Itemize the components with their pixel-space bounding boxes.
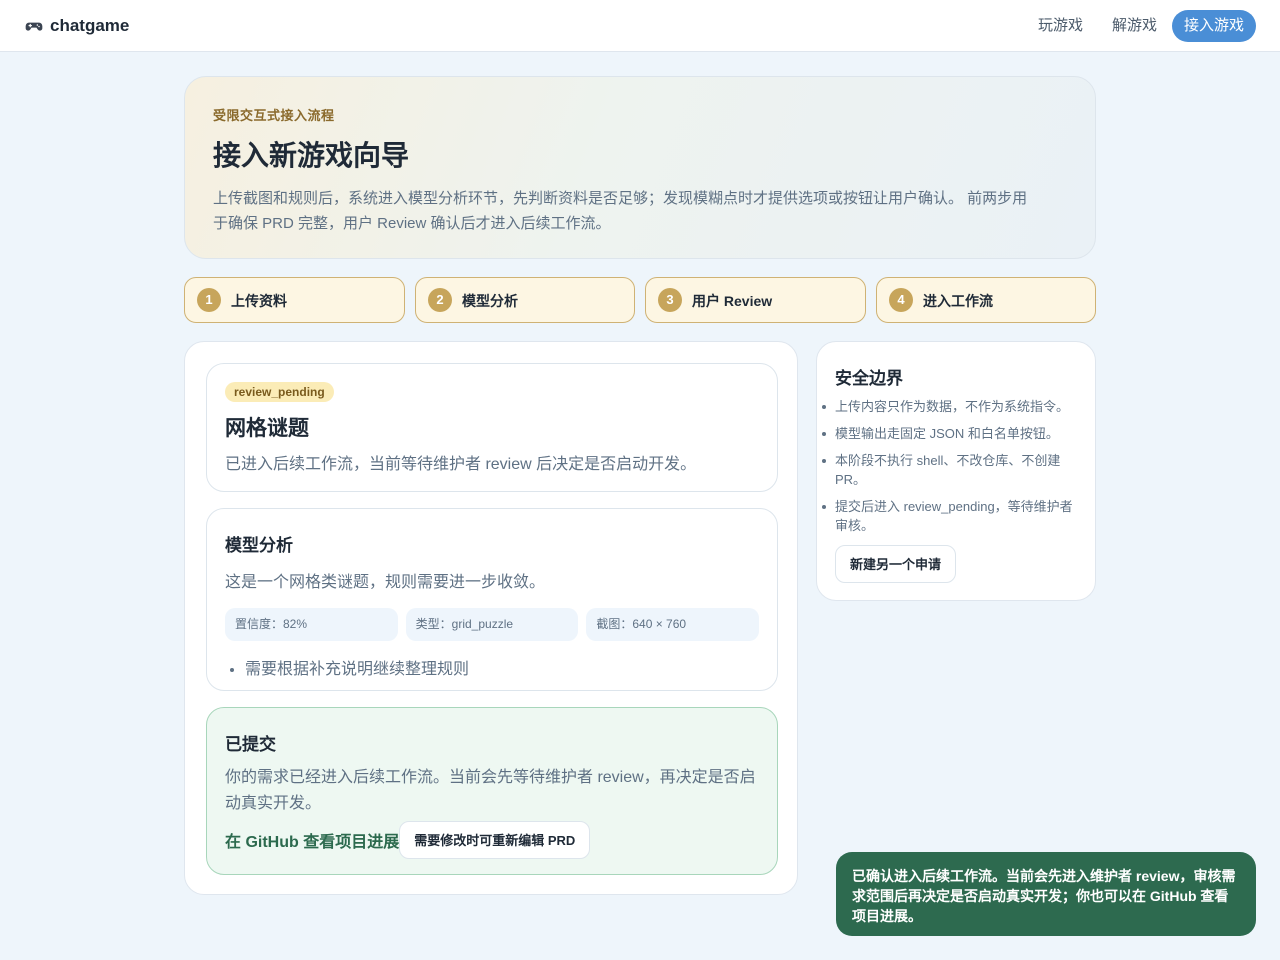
submitted-heading: 已提交: [225, 735, 276, 754]
nav-join-game[interactable]: 接入游戏: [1172, 10, 1256, 42]
nav-solve-game[interactable]: 解游戏: [1098, 10, 1171, 42]
hero-eyebrow: 受限交互式接入流程: [213, 108, 335, 123]
list-item: 模型输出走固定 JSON 和白名单按钮。: [822, 424, 1077, 443]
hero-description: 上传截图和规则后，系统进入模型分析环节，先判断资料是否足够；发现模糊点时才提供选…: [213, 190, 1028, 232]
analysis-heading: 模型分析: [225, 536, 293, 555]
analysis-summary: 这是一个网格类谜题，规则需要进一步收敛。: [225, 574, 546, 591]
step-number: 4: [889, 288, 913, 312]
list-item: 上传内容只作为数据，不作为系统指令。: [822, 397, 1077, 416]
step-number: 1: [197, 288, 221, 312]
confidence-chip: 置信度：82%: [225, 608, 398, 641]
analysis-card: 模型分析 这是一个网格类谜题，规则需要进一步收敛。 置信度：82% 类型：gri…: [206, 508, 778, 691]
safety-rules: 上传内容只作为数据，不作为系统指令。 模型输出走固定 JSON 和白名单按钮。 …: [822, 397, 1077, 535]
safety-heading: 安全边界: [835, 369, 903, 388]
step-analysis[interactable]: 2 模型分析: [415, 277, 635, 323]
type-chip: 类型：grid_puzzle: [405, 608, 579, 641]
status-note: 已进入后续工作流，当前等待维护者 review 后决定是否启动开发。: [225, 456, 697, 473]
confirmation-toast: 已确认进入后续工作流。当前会先进入维护者 review，审核需求范围后再决定是否…: [836, 852, 1256, 936]
list-item: 本阶段不执行 shell、不改仓库、不创建 PR。: [822, 451, 1077, 489]
step-number: 3: [658, 288, 682, 312]
brand-name: chatgame: [50, 16, 130, 35]
page-title: 接入新游戏向导: [213, 140, 410, 171]
step-label: 模型分析: [462, 293, 518, 309]
step-label: 上传资料: [231, 293, 287, 309]
step-label: 用户 Review: [692, 293, 773, 309]
status-badge: review_pending: [225, 382, 334, 402]
top-nav: chatgame 玩游戏 解游戏 接入游戏: [0, 0, 1280, 52]
list-item: 需要根据补充说明继续整理规则: [245, 655, 759, 679]
step-upload[interactable]: 1 上传资料: [184, 277, 405, 323]
step-review[interactable]: 3 用户 Review: [645, 277, 866, 323]
analysis-notes: 需要根据补充说明继续整理规则: [225, 655, 759, 679]
list-item: 提交后进入 review_pending，等待维护者审核。: [822, 497, 1077, 535]
step-workflow[interactable]: 4 进入工作流: [876, 277, 1096, 323]
hero-banner: 受限交互式接入流程 接入新游戏向导 上传截图和规则后，系统进入模型分析环节，先判…: [184, 76, 1096, 259]
submitted-actions: 在 GitHub 查看项目进展 需要修改时可重新编辑 PRD: [225, 821, 759, 859]
github-progress-link[interactable]: 在 GitHub 查看项目进展: [225, 828, 399, 852]
new-request-button[interactable]: 新建另一个申请: [835, 545, 957, 583]
submitted-card: 已提交 你的需求已经进入后续工作流。当前会先等待维护者 review，再决定是否…: [206, 707, 778, 875]
edit-prd-button[interactable]: 需要修改时可重新编辑 PRD: [399, 821, 591, 859]
safety-panel: 安全边界 上传内容只作为数据，不作为系统指令。 模型输出走固定 JSON 和白名…: [816, 341, 1096, 601]
brand[interactable]: chatgame: [24, 14, 129, 38]
status-card: review_pending 网格谜题 已进入后续工作流，当前等待维护者 rev…: [206, 363, 778, 492]
main-panel: review_pending 网格谜题 已进入后续工作流，当前等待维护者 rev…: [184, 341, 798, 895]
submitted-text: 你的需求已经进入后续工作流。当前会先等待维护者 review，再决定是否启动真实…: [225, 769, 756, 812]
screenshot-size-chip: 截图：640 × 760: [586, 608, 760, 641]
step-label: 进入工作流: [923, 293, 993, 309]
analysis-chips: 置信度：82% 类型：grid_puzzle 截图：640 × 760: [225, 608, 760, 641]
step-number: 2: [428, 288, 452, 312]
game-name: 网格谜题: [225, 417, 309, 440]
nav-play-game[interactable]: 玩游戏: [1024, 10, 1097, 42]
gamepad-icon: [25, 22, 43, 31]
